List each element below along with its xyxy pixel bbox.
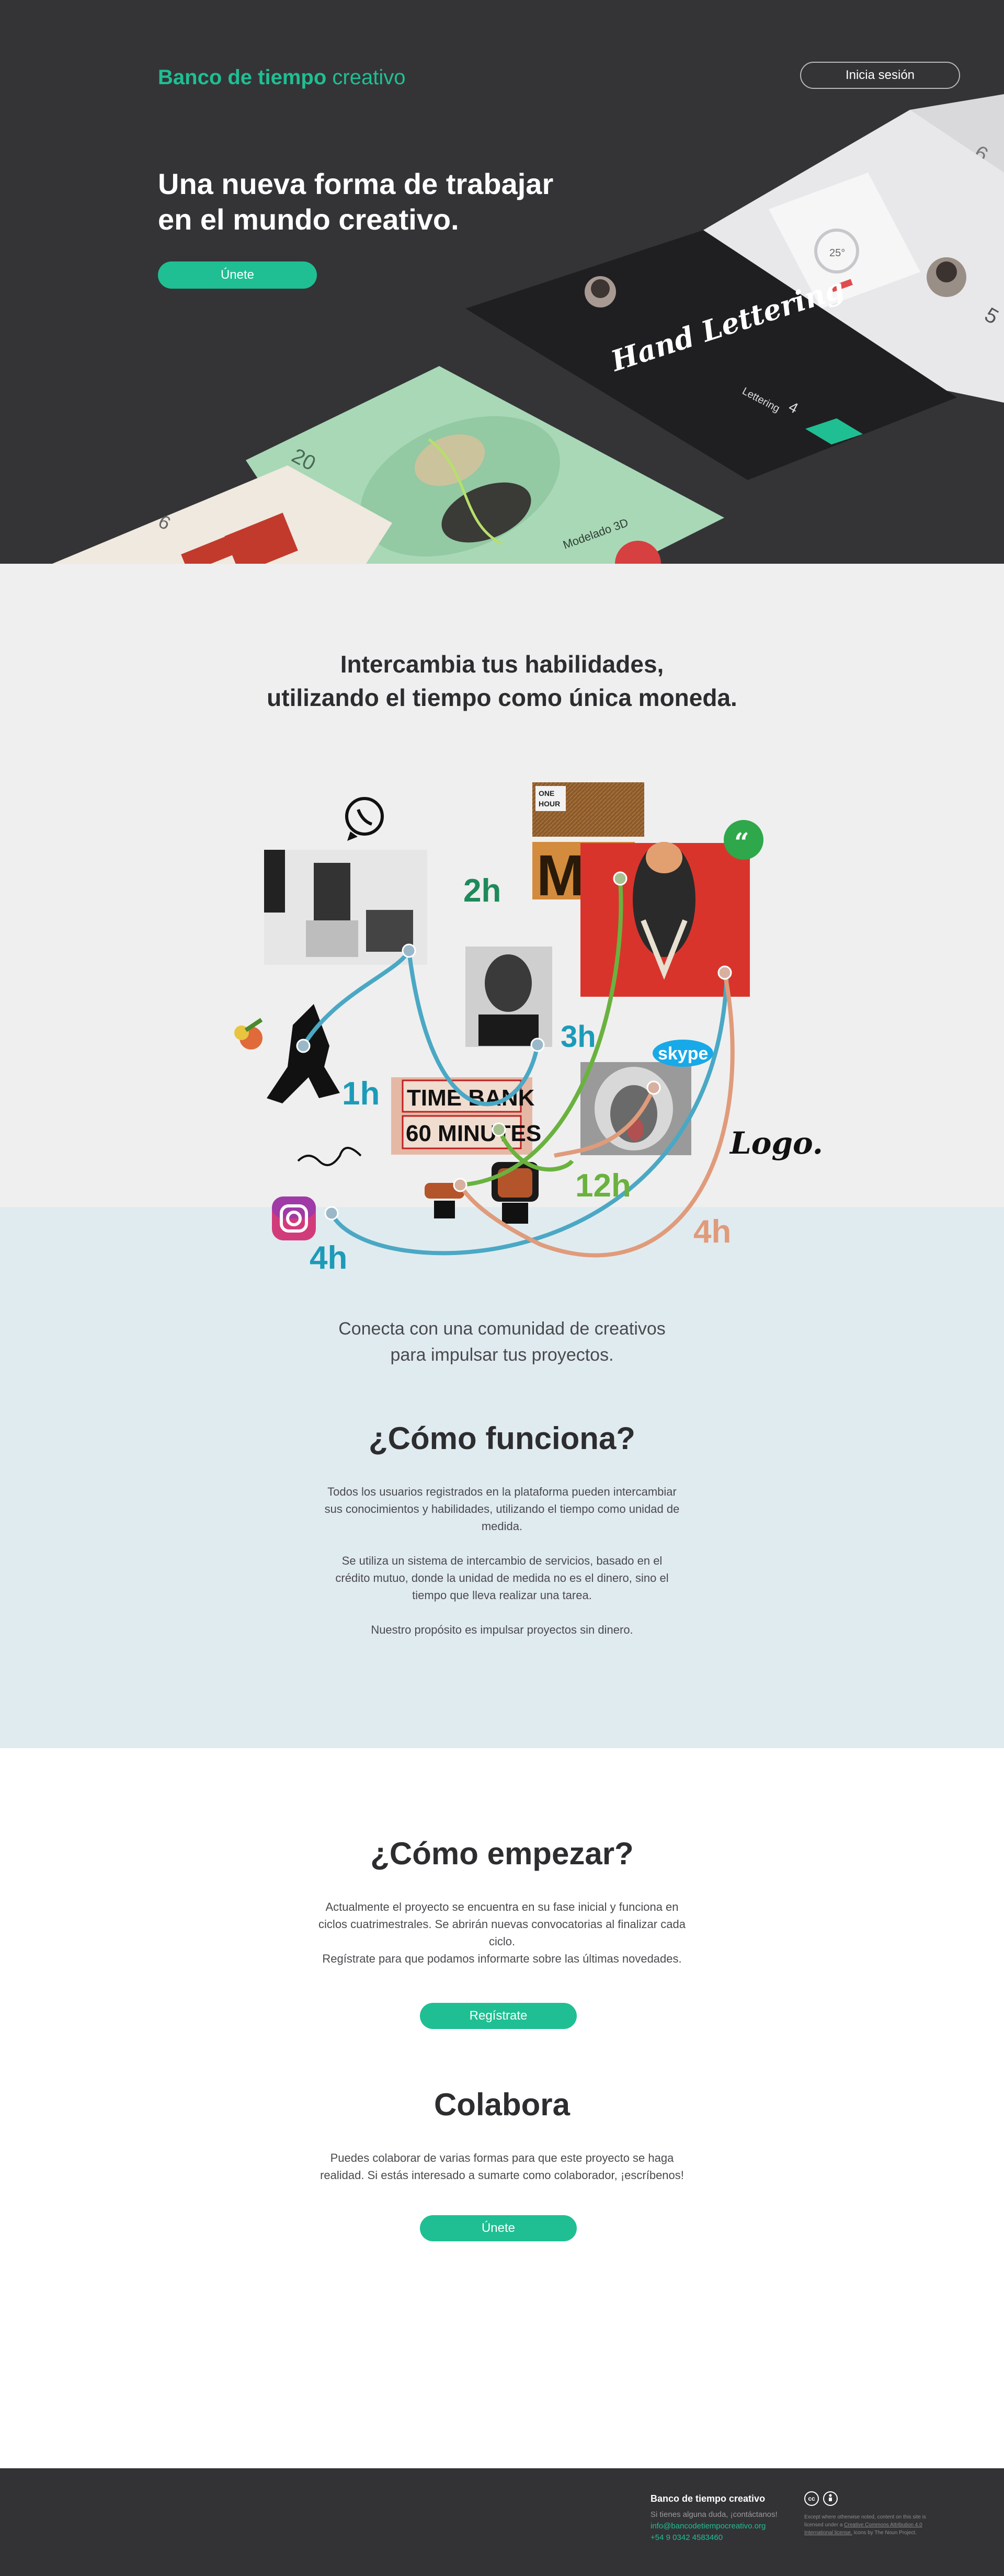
attribution-icon	[823, 2491, 838, 2506]
connect-line2: para impulsar tus proyectos.	[390, 1345, 614, 1365]
how-title: ¿Cómo funciona?	[369, 1421, 635, 1456]
start-paragraph-2: Regístrate para que podamos informarte s…	[322, 1952, 682, 1965]
hero-title: Una nueva forma de trabajar en el mundo …	[158, 166, 629, 237]
hour-label-4h-orange: 4h	[693, 1214, 731, 1250]
photo-eames-chair	[425, 1162, 539, 1224]
node-einstein	[646, 1080, 661, 1095]
how-paragraph-3: Nuestro propósito es impulsar proyectos …	[371, 1623, 633, 1636]
start-title: ¿Cómo empezar?	[370, 1836, 634, 1871]
start-paragraph-1: Actualmente el proyecto se encuentra en …	[318, 1900, 686, 1948]
exchange-title-line1: Intercambia tus habilidades,	[340, 651, 664, 678]
register-button[interactable]: Regístrate	[420, 2003, 577, 2029]
hour-label-12h: 12h	[575, 1168, 631, 1204]
logo-label: Logo.	[729, 1125, 823, 1161]
node-instagram	[324, 1206, 339, 1221]
node-eames	[453, 1178, 467, 1192]
timebank-line2: 60 MINUTES	[406, 1121, 541, 1146]
hour-label-3h: 3h	[561, 1020, 596, 1054]
node-hitchcock	[530, 1038, 545, 1052]
skype-icon: skype	[653, 1040, 713, 1067]
photo-hitchcock	[465, 947, 552, 1047]
collaborate-join-button[interactable]: Únete	[420, 2215, 577, 2241]
hero-title-line2: en el mundo creativo.	[158, 203, 459, 236]
how-paragraph-1: Todos los usuarios registrados en la pla…	[324, 1485, 680, 1533]
connect-text: Conecta con una comunidad de creativos p…	[241, 1316, 763, 1368]
exchange-title: Intercambia tus habilidades, utilizando …	[188, 647, 816, 714]
hero-title-line1: Una nueva forma de trabajar	[158, 167, 554, 200]
page: 6 25° 5 Hand Lettering Lettering 4 20 Mo…	[0, 0, 1004, 2576]
footer-phone[interactable]: +54 9 0342 4583460	[651, 2533, 723, 2542]
cc-icon: cc	[804, 2491, 819, 2506]
node-banksy	[296, 1039, 311, 1053]
instagram-icon	[272, 1196, 316, 1240]
one-hour-label-2: HOUR	[539, 800, 560, 808]
collaborate-title: Colabora	[433, 2087, 571, 2122]
connect-line1: Conecta con una comunidad de creativos	[338, 1319, 666, 1339]
quote-mark: “	[734, 827, 749, 858]
brand-light: creativo	[332, 66, 406, 89]
whatsapp-icon	[345, 797, 384, 841]
node-me	[613, 871, 628, 886]
hour-label-1h: 1h	[342, 1076, 380, 1112]
node-timebank	[492, 1122, 506, 1137]
person-icon	[829, 2494, 832, 2501]
hour-label-2h: 2h	[463, 873, 501, 909]
logo-sketch: Logo.	[729, 1125, 823, 1161]
mockup-temp: 25°	[829, 247, 845, 259]
footer-license: Except where otherwise noted, content on…	[804, 2513, 940, 2537]
license-icons: Icons by The Noun Project.	[853, 2530, 917, 2536]
exchange-title-line2: utilizando el tiempo como única moneda.	[267, 684, 737, 711]
how-paragraph-2: Se utiliza un sistema de intercambio de …	[335, 1554, 669, 1602]
collaborate-text: Puedes colaborar de varias formas para q…	[320, 2151, 684, 2182]
hero-join-button[interactable]: Únete	[158, 261, 317, 289]
hero-section: 6 25° 5 Hand Lettering Lettering 4 20 Mo…	[0, 0, 1004, 564]
start-text: Actualmente el proyecto se encuentra en …	[314, 1898, 690, 1967]
how-text: Todos los usuarios registrados en la pla…	[324, 1483, 680, 1656]
one-hour-label-1: ONE	[539, 789, 554, 797]
brand-bold: Banco de tiempo	[158, 66, 327, 89]
footer-title: Banco de tiempo creativo	[651, 2493, 766, 2504]
node-jobs	[402, 943, 416, 958]
photo-one-hour: ONE HOUR	[532, 782, 644, 837]
footer-contact-line: Si tienes alguna duda, ¡contáctanos!	[651, 2510, 778, 2519]
skype-label: skype	[658, 1044, 708, 1064]
quote-icon: “	[724, 820, 763, 860]
node-bowie	[717, 965, 732, 980]
hour-label-4h-blue: 4h	[310, 1240, 347, 1276]
skills-collage: ONE HOUR ME “ TIME BANK 60 MINUTES skype…	[234, 782, 823, 1276]
login-button[interactable]: Inicia sesión	[800, 62, 960, 89]
brand-logo[interactable]: Banco de tiempo creativo	[158, 66, 405, 89]
footer-email-link[interactable]: info@bancodetiempocreativo.org	[651, 2522, 766, 2531]
